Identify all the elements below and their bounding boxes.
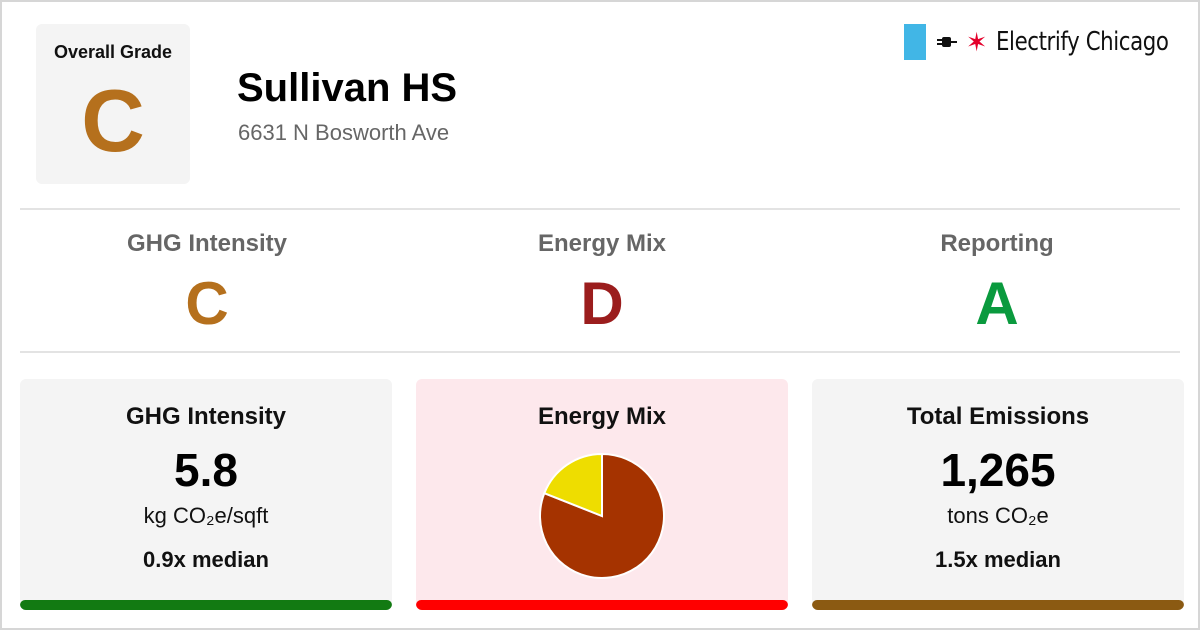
logo-text: Electrify Chicago <box>995 27 1169 57</box>
ghg-intensity-unit: kg CO₂e/sqft <box>143 503 269 528</box>
subgrade-energy-mix: Energy Mix D <box>412 222 792 334</box>
subgrade-letter: C <box>185 270 229 337</box>
subgrade-letter: D <box>580 270 624 337</box>
energy-mix-pie-chart <box>537 451 667 581</box>
electrify-chicago-logo[interactable]: ✶ Electrify Chicago <box>903 24 1176 60</box>
ghg-intensity-median: 0.9x median <box>143 547 269 572</box>
star-icon: ✶ <box>965 27 988 57</box>
energy-mix-card: Energy Mix <box>416 379 788 610</box>
card-title: Total Emissions <box>906 403 1090 430</box>
total-emissions-value: 1,265 <box>940 444 1056 496</box>
total-emissions-bar <box>812 600 1184 610</box>
subgrade-ghg-intensity: GHG Intensity C <box>17 222 397 334</box>
energy-mix-pie-svg <box>539 452 665 579</box>
card-title: Energy Mix <box>537 403 667 430</box>
divider <box>20 208 1180 210</box>
subgrade-title: Energy Mix <box>537 230 667 257</box>
plug-icon <box>936 37 957 47</box>
overall-grade-letter: C <box>81 71 145 170</box>
ghg-intensity-bar <box>20 600 392 610</box>
card-title: GHG Intensity <box>125 403 287 430</box>
divider <box>20 351 1180 353</box>
subgrade-reporting: Reporting A <box>807 222 1187 334</box>
subgrades-row: GHG Intensity C Energy Mix D Reporting A <box>2 222 1200 342</box>
building-address: 6631 N Bosworth Ave <box>238 120 450 145</box>
subgrade-letter: A <box>975 270 1019 337</box>
ghg-intensity-card: GHG Intensity 5.8 kg CO₂e/sqft 0.9x medi… <box>20 379 392 610</box>
total-emissions-card: Total Emissions 1,265 tons CO₂e 1.5x med… <box>812 379 1184 610</box>
overall-grade-box: Overall Grade C <box>36 24 190 184</box>
share-card: Overall Grade C Sullivan HS 6631 N Boswo… <box>0 0 1200 630</box>
energy-mix-bar <box>416 600 788 610</box>
total-emissions-unit: tons CO₂e <box>947 503 1049 528</box>
chicago-flag-icon <box>903 24 926 60</box>
total-emissions-median: 1.5x median <box>935 547 1061 572</box>
ghg-intensity-value: 5.8 <box>174 444 238 496</box>
subgrade-title: GHG Intensity <box>126 230 288 257</box>
overall-grade-label: Overall Grade <box>53 42 173 62</box>
subgrade-title: Reporting <box>940 230 1054 257</box>
building-name: Sullivan HS <box>237 66 458 110</box>
